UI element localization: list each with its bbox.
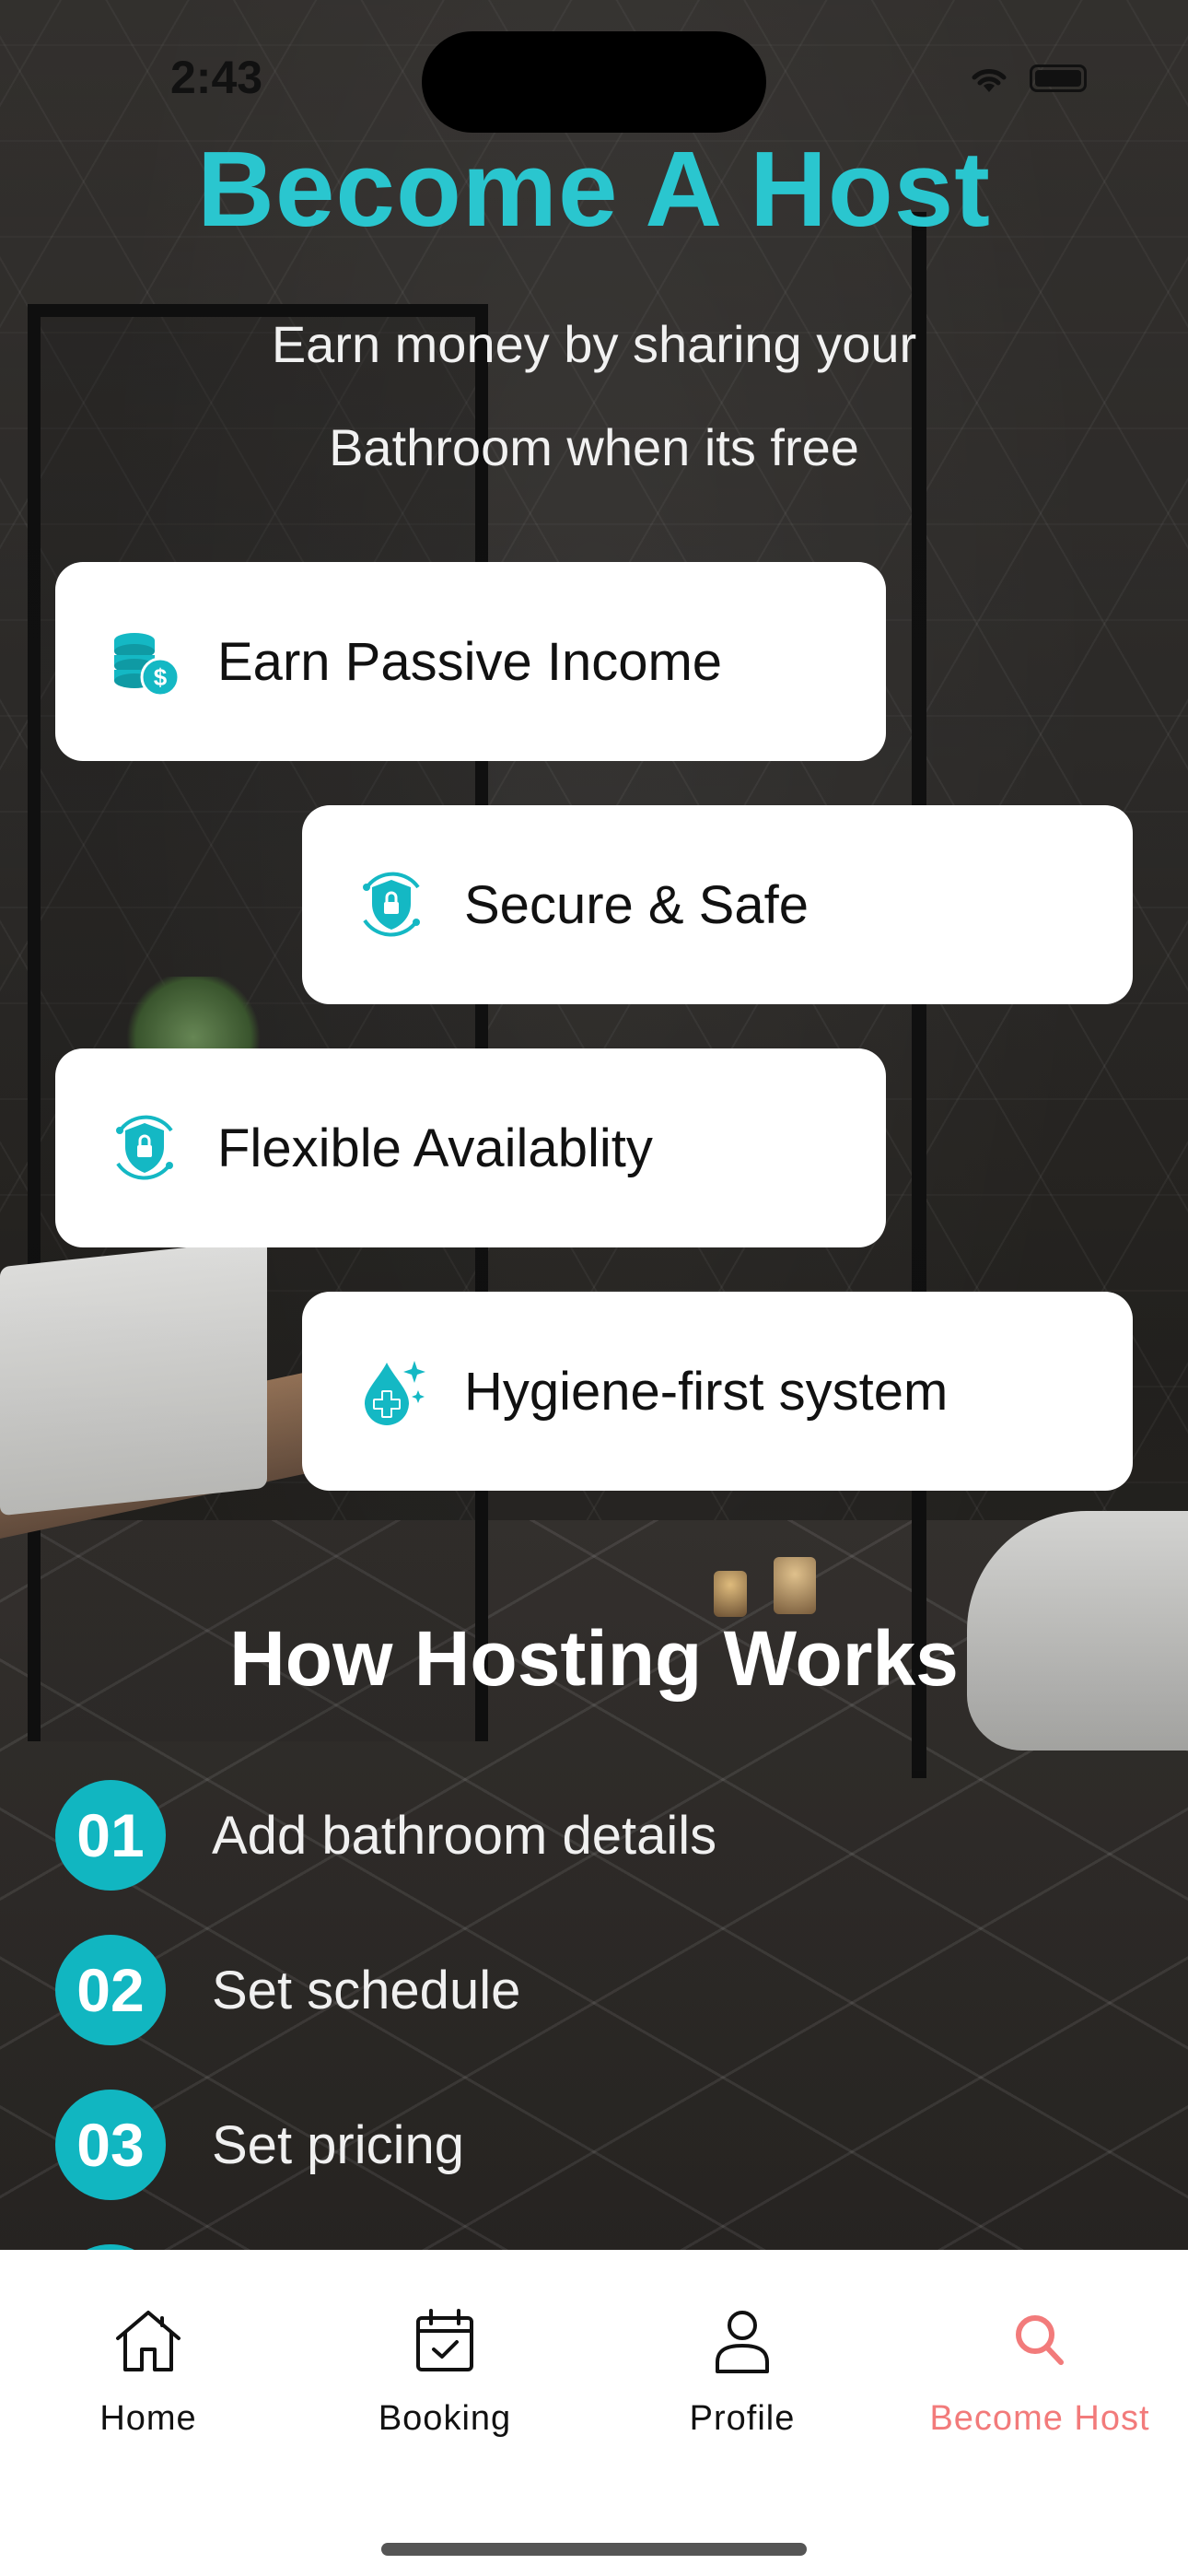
step-label: Set pricing bbox=[212, 2114, 465, 2175]
step-item: 02 Set schedule bbox=[55, 1935, 520, 2045]
feature-card-secure-safe: Secure & Safe bbox=[302, 805, 1133, 1004]
shield-lock-icon bbox=[363, 872, 420, 937]
home-icon bbox=[116, 2311, 181, 2371]
step-number-badge: 03 bbox=[55, 2090, 166, 2200]
step-number-badge: 02 bbox=[55, 1935, 166, 2045]
coins-dollar-icon: $ bbox=[114, 633, 181, 697]
step-label: Add bathroom details bbox=[212, 1805, 717, 1866]
shield-lock-icon bbox=[116, 1115, 173, 1180]
battery-icon bbox=[1030, 64, 1087, 92]
feature-card-hygiene: Hygiene-first system bbox=[302, 1292, 1133, 1491]
feature-label: Secure & Safe bbox=[464, 874, 809, 935]
page-title: Become A Host bbox=[197, 129, 991, 249]
tab-label: Booking bbox=[378, 2399, 512, 2438]
status-indicators bbox=[967, 63, 1087, 94]
bottom-tab-bar: Home Booking Profile Become Host bbox=[0, 2250, 1188, 2576]
step-item: 03 Set pricing bbox=[55, 2090, 464, 2200]
home-indicator[interactable] bbox=[381, 2543, 807, 2556]
search-icon bbox=[1016, 2315, 1064, 2365]
become-host-screen: 2:43 Become A Host Earn money by sharing… bbox=[0, 0, 1188, 2576]
calendar-check-icon bbox=[416, 2309, 473, 2371]
page-subtitle: Earn money by sharing your Bathroom when… bbox=[271, 315, 917, 476]
tab-become-host[interactable]: Become Host bbox=[891, 2303, 1188, 2439]
step-number-badge: 01 bbox=[55, 1780, 166, 1891]
how-hosting-works-title: How Hosting Works bbox=[229, 1615, 959, 1702]
tab-profile[interactable]: Profile bbox=[594, 2303, 891, 2439]
status-time: 2:43 bbox=[170, 52, 263, 103]
tab-label: Home bbox=[99, 2399, 197, 2438]
tab-home[interactable]: Home bbox=[0, 2303, 297, 2439]
tab-label: Profile bbox=[689, 2399, 796, 2438]
tab-booking[interactable]: Booking bbox=[297, 2303, 593, 2439]
feature-card-passive-income: $ Earn Passive Income bbox=[55, 562, 886, 761]
feature-card-flexible-availability: Flexible Availablity bbox=[55, 1048, 886, 1247]
dynamic-island bbox=[422, 31, 766, 133]
step-label: Set schedule bbox=[212, 1960, 521, 2020]
feature-label: Flexible Availablity bbox=[217, 1118, 653, 1178]
hygiene-drop-icon bbox=[365, 1361, 425, 1425]
tab-label: Become Host bbox=[929, 2399, 1150, 2438]
wifi-icon bbox=[972, 69, 1007, 92]
step-item: 01 Add bathroom details bbox=[55, 1780, 716, 1891]
feature-label: Hygiene-first system bbox=[464, 1361, 949, 1422]
svg-text:$: $ bbox=[154, 663, 168, 691]
user-icon bbox=[716, 2311, 769, 2373]
feature-label: Earn Passive Income bbox=[217, 631, 723, 692]
